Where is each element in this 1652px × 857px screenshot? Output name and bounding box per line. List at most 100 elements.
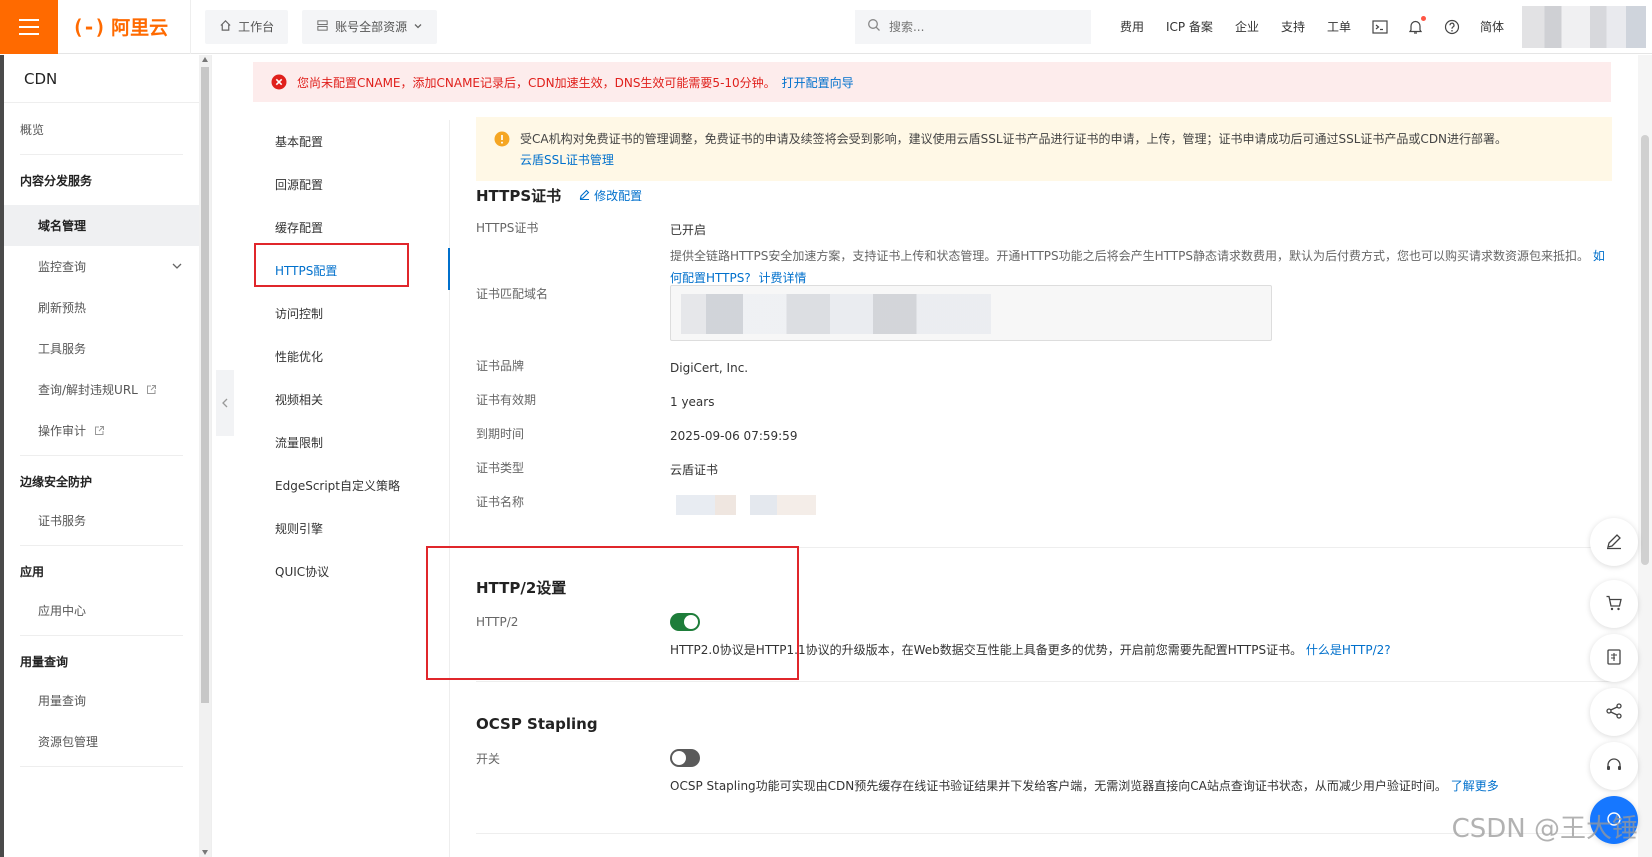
- ssl-manage-link[interactable]: 云盾SSL证书管理: [520, 153, 614, 167]
- sidebar-item-usage[interactable]: 用量查询: [4, 680, 199, 721]
- sidebar-item-overview[interactable]: 概览: [4, 109, 199, 150]
- aliyun-logo[interactable]: (-) 阿里云: [58, 0, 192, 54]
- resource-select-label: 账号全部资源: [335, 20, 408, 34]
- chevron-down-icon: [413, 20, 423, 34]
- customer-service-float-button[interactable]: [1590, 742, 1638, 790]
- ocsp-description: OCSP Stapling功能可实现由CDN预先缓存在线证书验证结果并下发给客户…: [670, 775, 1610, 797]
- csdn-watermark: CSDN @王大锤: [1451, 814, 1638, 844]
- subnav-rules-engine[interactable]: 规则引擎: [253, 507, 449, 550]
- section-divider: [476, 833, 1612, 834]
- subnav-performance[interactable]: 性能优化: [253, 335, 449, 378]
- notification-dot: [1420, 15, 1426, 21]
- resource-group-select[interactable]: 账号全部资源: [302, 9, 438, 44]
- notice-text: 受CA机构对免费证书的管理调整，免费证书的申请及续签将会受到影响，建议使用云盾S…: [520, 132, 1508, 146]
- sidebar-item-refresh[interactable]: 刷新预热: [4, 287, 199, 328]
- field-label: HTTPS证书: [476, 221, 539, 235]
- terminal-icon[interactable]: [1362, 19, 1398, 34]
- field-label: 开关: [476, 751, 501, 766]
- row-cert-name: 证书名称: [476, 493, 816, 515]
- global-search[interactable]: [854, 9, 1091, 44]
- sidebar-collapse-button[interactable]: [216, 370, 234, 436]
- ocsp-toggle[interactable]: [670, 749, 700, 767]
- top-bar: (-) 阿里云 工作台 账号全部资源 费用 ICP 备案 企业 支持 工单 简体: [0, 0, 1652, 54]
- warning-icon: [494, 131, 510, 154]
- sidebar-item-app-center[interactable]: 应用中心: [4, 590, 199, 631]
- row-ocsp: 开关: [476, 749, 700, 767]
- scroll-thumb[interactable]: [201, 67, 209, 703]
- cert-name-value-masked: [676, 495, 816, 515]
- http2-description: HTTP2.0协议是HTTP1.1协议的升级版本，在Web数据交互性能上具备更多…: [670, 639, 1610, 661]
- bell-icon[interactable]: [1398, 15, 1434, 35]
- field-label: 证书品牌: [476, 359, 525, 373]
- workbench-button[interactable]: 工作台: [205, 9, 289, 44]
- sidebar-item-cert[interactable]: 证书服务: [4, 500, 199, 541]
- sidebar-item-url-query[interactable]: 查询/解封违规URL: [4, 369, 199, 410]
- nav-ticket[interactable]: 工单: [1316, 18, 1362, 35]
- cart-float-button[interactable]: [1590, 580, 1638, 628]
- scroll-down-arrow[interactable]: [202, 850, 208, 855]
- domain-config-nav: 基本配置 回源配置 缓存配置 HTTPS配置 访问控制 性能优化 视频相关 流量…: [253, 120, 449, 593]
- scroll-up-arrow[interactable]: [202, 57, 208, 62]
- field-label: 证书匹配域名: [476, 287, 549, 301]
- row-cert-domain: 证书匹配域名: [476, 285, 1272, 341]
- subnav-edgescript[interactable]: EdgeScript自定义策略: [253, 464, 449, 507]
- edit-float-button[interactable]: [1590, 518, 1638, 566]
- main-scrollbar[interactable]: [1638, 55, 1652, 857]
- https-cert-section-title: HTTPS证书 修改配置: [476, 185, 642, 206]
- external-link-icon: [146, 384, 157, 395]
- field-label: 证书名称: [476, 495, 525, 509]
- sidebar-item-tools[interactable]: 工具服务: [4, 328, 199, 369]
- sidebar-scrollbar[interactable]: [199, 55, 211, 857]
- what-is-http2-link[interactable]: 什么是HTTP/2?: [1306, 643, 1391, 657]
- masked-content: [681, 294, 991, 334]
- sidebar-item-label: 操作审计: [38, 424, 87, 438]
- nav-support[interactable]: 支持: [1270, 18, 1316, 35]
- sidebar-item-package[interactable]: 资源包管理: [4, 721, 199, 762]
- edit-config-link[interactable]: 修改配置: [579, 187, 642, 204]
- error-circle-icon: [271, 74, 287, 90]
- subnav-quic[interactable]: QUIC协议: [253, 550, 449, 593]
- billing-details-link[interactable]: 计费详情: [759, 271, 807, 285]
- highlight-box-http2: [426, 546, 799, 680]
- document-float-button[interactable]: [1590, 634, 1638, 682]
- subnav-video[interactable]: 视频相关: [253, 378, 449, 421]
- ocsp-desc-text: OCSP Stapling功能可实现由CDN预先缓存在线证书验证结果并下发给客户…: [670, 779, 1447, 793]
- share-float-button[interactable]: [1590, 688, 1638, 736]
- https-desc-text: 提供全链路HTTPS安全加速方案，支持证书上传和状态管理。开通HTTPS功能之后…: [670, 249, 1589, 263]
- subnav-basic[interactable]: 基本配置: [253, 120, 449, 163]
- cert-expire-value: 2025-09-06 07:59:59: [670, 429, 798, 443]
- user-avatar[interactable]: [1522, 5, 1646, 48]
- sidebar-group-security: 边缘安全防护: [20, 474, 93, 489]
- row-cert-validity: 证书有效期 1 years: [476, 391, 1610, 413]
- pencil-icon: [579, 189, 590, 203]
- share-icon: [1605, 702, 1623, 723]
- help-icon[interactable]: [1434, 19, 1470, 35]
- sidebar-item-monitor[interactable]: 监控查询: [4, 246, 199, 287]
- search-icon: [867, 18, 881, 35]
- sidebar-item-domain[interactable]: 域名管理: [4, 205, 199, 246]
- subnav-active-indicator: [448, 248, 450, 290]
- nav-enterprise[interactable]: 企业: [1224, 18, 1270, 35]
- cert-brand-value: DigiCert, Inc.: [670, 361, 749, 375]
- subnav-origin[interactable]: 回源配置: [253, 163, 449, 206]
- nav-billing[interactable]: 费用: [1109, 18, 1155, 35]
- nav-icp[interactable]: ICP 备案: [1155, 18, 1224, 35]
- server-icon: [316, 19, 329, 35]
- subnav-access[interactable]: 访问控制: [253, 292, 449, 335]
- search-input[interactable]: [888, 19, 1069, 34]
- scroll-thumb[interactable]: [1641, 135, 1649, 565]
- cert-domain-value-masked: [670, 285, 1272, 341]
- sidebar: CDN 概览 内容分发服务 域名管理 监控查询 刷新预热 工具服务 查询/解封违…: [0, 55, 212, 857]
- learn-more-link[interactable]: 了解更多: [1451, 779, 1499, 793]
- field-label: 证书类型: [476, 461, 525, 475]
- hamburger-menu-button[interactable]: [0, 0, 58, 54]
- sidebar-item-label: 监控查询: [38, 260, 87, 274]
- section-divider: [476, 681, 1612, 682]
- home-icon: [219, 19, 232, 35]
- config-wizard-link[interactable]: 打开配置向导: [782, 74, 854, 91]
- subnav-traffic-limit[interactable]: 流量限制: [253, 421, 449, 464]
- row-cert-brand: 证书品牌 DigiCert, Inc.: [476, 357, 1610, 379]
- divider: [20, 766, 183, 767]
- sidebar-item-audit[interactable]: 操作审计: [4, 410, 199, 451]
- language-switch[interactable]: 简体: [1470, 18, 1514, 35]
